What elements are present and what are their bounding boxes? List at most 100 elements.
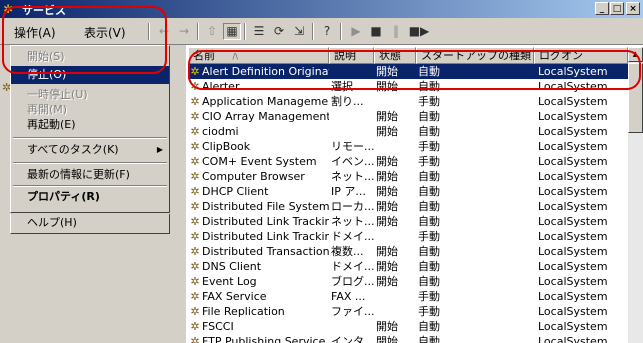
scroll-up-icon[interactable]: ▲ <box>628 47 643 62</box>
service-startup: 手動 <box>418 290 440 303</box>
service-row[interactable]: ✲ ciodmi 開始 自動 LocalSystem <box>188 124 628 139</box>
menu-item-help[interactable]: ヘルプ(H) <box>10 214 170 234</box>
service-name-cell: ✲ Alerter <box>188 79 329 94</box>
service-name-cell: ✲CIO Array Management S... <box>188 109 329 124</box>
export-list-icon[interactable]: ⇲ <box>290 23 308 40</box>
column-header-name[interactable]: 名前 /\ <box>188 47 329 64</box>
service-row[interactable]: ✲ DHCP Client IP ア... 開始 自動 LocalSystem <box>188 184 628 199</box>
service-startup: 自動 <box>418 170 440 183</box>
properties-icon[interactable]: ☰ <box>250 23 268 40</box>
service-startup: 自動 <box>418 200 440 213</box>
service-gear-icon: ✲ <box>190 155 200 168</box>
column-header-logon[interactable]: ログオン <box>534 47 628 64</box>
service-logon: LocalSystem <box>538 200 608 213</box>
menu-separator <box>13 162 167 164</box>
menu-item-start[interactable]: 開始(S) <box>11 48 169 66</box>
toolbar-separator <box>244 23 246 40</box>
menu-item-stop[interactable]: 停止(O) <box>11 66 169 84</box>
service-gear-icon: ✲ <box>190 185 200 198</box>
column-header-status[interactable]: 状態 <box>374 47 416 64</box>
service-name: Application Management <box>202 95 329 108</box>
service-row[interactable]: ✲ ClipBook リモー... 手動 LocalSystem <box>188 139 628 154</box>
service-row[interactable]: ✲ FTP Publishing Service インタ... 開始 自動 LocalSy… <box>188 334 628 343</box>
service-status: 開始 <box>376 185 398 198</box>
restart-service-icon[interactable]: ■▶ <box>407 23 431 40</box>
back-icon[interactable]: ← <box>155 23 173 40</box>
menu-action[interactable]: 操作(A) <box>14 24 56 41</box>
service-logon: LocalSystem <box>538 215 608 228</box>
start-service-icon[interactable]: ▶ <box>347 23 365 40</box>
service-status: 開始 <box>376 125 398 138</box>
service-desc: インタ... <box>331 335 374 343</box>
service-desc: イベン... <box>331 155 374 168</box>
sort-ascending-icon: /\ <box>232 52 238 61</box>
menu-separator <box>13 137 167 139</box>
menu-separator <box>13 185 167 187</box>
service-name-cell: ✲ DHCP Client <box>188 184 329 199</box>
service-status: 開始 <box>376 335 398 343</box>
service-row[interactable]: ✲ Computer Browser ネット... 開始 自動 LocalSystem <box>188 169 628 184</box>
menu-item-all-tasks[interactable]: すべてのタスク(K) ▶ <box>11 141 169 159</box>
up-level-icon[interactable]: ⇧ <box>203 23 221 40</box>
service-startup: 自動 <box>418 245 440 258</box>
service-logon: LocalSystem <box>538 320 608 333</box>
service-logon: LocalSystem <box>538 230 608 243</box>
service-startup: 手動 <box>418 155 440 168</box>
service-startup: 自動 <box>418 215 440 228</box>
service-name-cell: ✲ ciodmi <box>188 124 329 139</box>
service-gear-icon: ✲ <box>190 200 200 213</box>
forward-icon[interactable]: → <box>175 23 193 40</box>
service-startup: 手動 <box>418 230 440 243</box>
service-row[interactable]: ✲ FAX Service FAX ... 手動 LocalSystem <box>188 289 628 304</box>
service-logon: LocalSystem <box>538 245 608 258</box>
service-gear-icon: ✲ <box>190 80 200 93</box>
service-name-cell: ✲Distributed Link Tracking ... <box>188 229 329 244</box>
menu-item-refresh[interactable]: 最新の情報に更新(F) <box>11 166 169 184</box>
service-row[interactable]: ✲ Alerter 選択... 開始 自動 LocalSystem <box>188 79 628 94</box>
service-startup: 自動 <box>418 125 440 138</box>
scroll-thumb[interactable] <box>628 63 643 133</box>
service-row[interactable]: ✲Distributed Link Tracking ...ドメイ... 手動 Lo… <box>188 229 628 244</box>
service-row[interactable]: ✲ Event Log ブログ... 開始 自動 LocalSystem <box>188 274 628 289</box>
maximize-button[interactable]: □ <box>610 2 624 15</box>
service-row[interactable]: ✲ File Replication ファイ... 手動 LocalSystem <box>188 304 628 319</box>
vertical-scrollbar[interactable]: ▲ <box>628 47 643 343</box>
service-gear-icon: ✲ <box>190 125 200 138</box>
service-row[interactable]: ✲ DNS Client ドメイ... 開始 自動 LocalSystem <box>188 259 628 274</box>
service-row[interactable]: ✲ Distributed File System ローカ... 開始 自動 LocalS… <box>188 199 628 214</box>
title-bar: ✲ サービス _ □ × <box>0 0 643 18</box>
service-status: 開始 <box>376 320 398 333</box>
service-gear-icon: ✲ <box>190 170 200 183</box>
service-row[interactable]: ✲ COM+ Event System イベン... 開始 手動 LocalSystem <box>188 154 628 169</box>
service-row[interactable]: ✲Distributed Transaction C...複数... 開始 自動 Lo… <box>188 244 628 259</box>
pause-service-icon[interactable]: ‖ <box>387 23 405 40</box>
service-startup: 自動 <box>418 320 440 333</box>
stop-service-icon[interactable]: ■ <box>367 23 385 40</box>
service-row[interactable]: ✲Distributed Link Tracking ...ネット...開始 自動… <box>188 214 628 229</box>
minimize-button[interactable]: _ <box>595 2 609 15</box>
service-logon: LocalSystem <box>538 65 608 78</box>
column-header-startup[interactable]: スタートアップの種類 <box>416 47 534 64</box>
service-startup: 自動 <box>418 80 440 93</box>
close-button[interactable]: × <box>626 2 640 15</box>
column-header-description[interactable]: 説明 <box>329 47 374 64</box>
window-title: サービス <box>22 4 66 17</box>
service-row[interactable]: ✲ Application Management 割り... 手動 LocalSyste… <box>188 94 628 109</box>
service-name: Distributed Link Tracking ... <box>202 215 329 228</box>
service-name-cell: ✲ FTP Publishing Service <box>188 334 329 343</box>
toolbar-separator <box>312 23 314 40</box>
show-tree-icon[interactable]: ▦ <box>223 23 241 40</box>
services-app-icon: ✲ <box>3 2 14 16</box>
service-row[interactable]: ✲Alert Definition Originator 開始 自動 LocalSys… <box>188 64 628 79</box>
menu-view[interactable]: 表示(V) <box>84 24 126 41</box>
menu-item-properties[interactable]: プロパティ(R) <box>11 188 169 206</box>
service-row[interactable]: ✲CIO Array Management S... 開始 自動 LocalSyste… <box>188 109 628 124</box>
menu-item-restart[interactable]: 再起動(E) <box>11 116 169 134</box>
service-status: 開始 <box>376 245 398 258</box>
refresh-icon[interactable]: ⟳ <box>270 23 288 40</box>
service-row[interactable]: ✲ FSCCI 開始 自動 LocalSystem <box>188 319 628 334</box>
service-name-cell: ✲Distributed Transaction C... <box>188 244 329 259</box>
service-name: CIO Array Management S... <box>202 110 329 123</box>
service-desc: ドメイ... <box>331 230 374 243</box>
help-icon[interactable]: ? <box>318 23 336 40</box>
